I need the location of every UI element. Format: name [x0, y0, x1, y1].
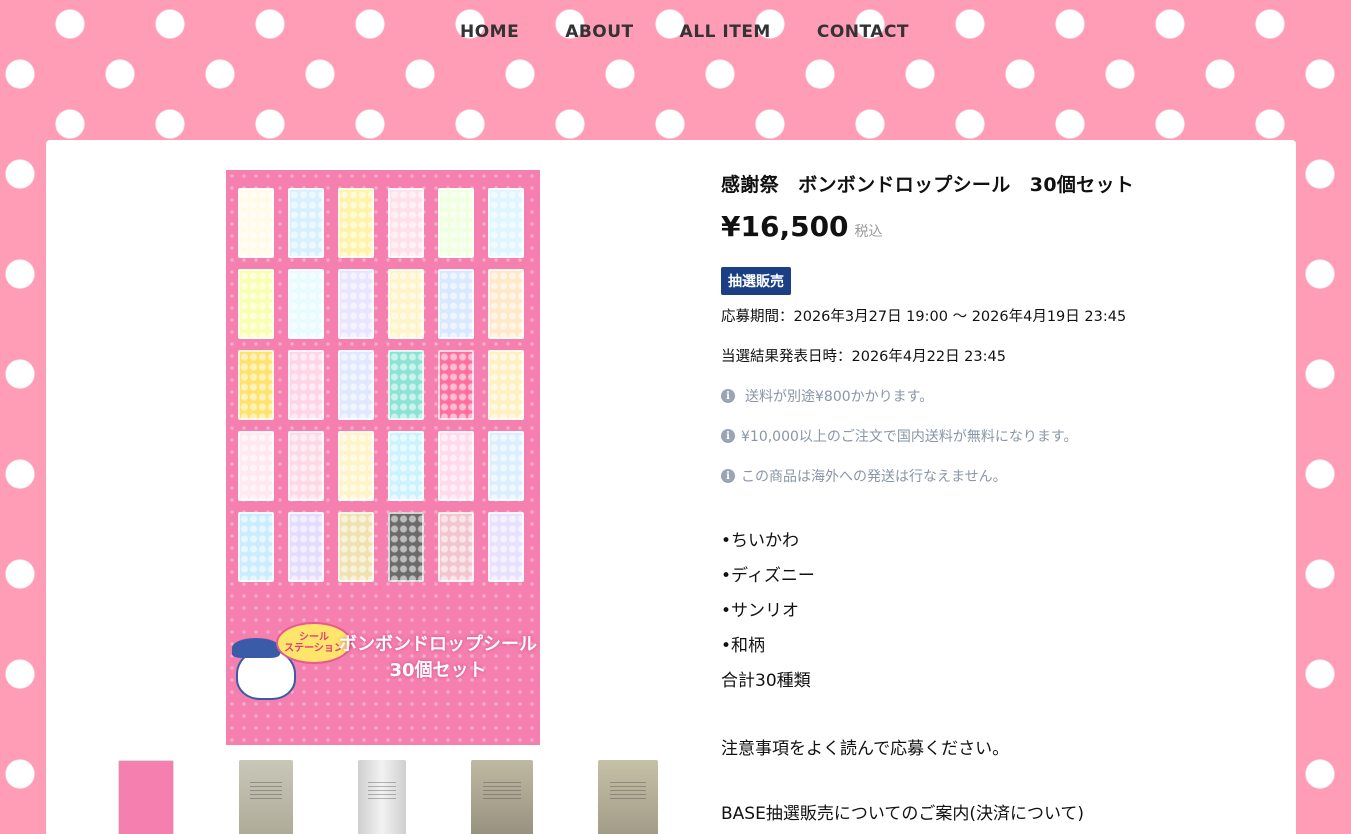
sticker-pack-5 [438, 188, 474, 258]
info-icon: i [721, 389, 735, 403]
sticker-pack-2 [288, 188, 324, 258]
thumbnail-4[interactable] [471, 760, 533, 834]
sticker-pack-27 [338, 512, 374, 582]
overseas-notice-text: この商品は海外への発送は行なえません。 [741, 469, 1007, 485]
info-icon: i [721, 469, 735, 483]
product-main-image[interactable]: シール ステーション ボンボンドロップシール 30個セット [226, 170, 540, 745]
free-shipping-notice-text: ¥10,000以上のご注文で国内送料が無料になります。 [741, 429, 1078, 445]
sticker-pack-14 [288, 350, 324, 420]
sticker-pack-7 [238, 269, 274, 339]
desc-line: 合計30種類 [721, 671, 811, 691]
thumbnail-print [249, 782, 283, 802]
sticker-pack-16 [388, 350, 424, 420]
main-nav: HOME ABOUT ALL ITEM CONTACT [0, 22, 1351, 42]
sticker-pack-24 [488, 431, 524, 501]
image-banner-text: ボンボンドロップシール 30個セット [338, 632, 538, 684]
free-shipping-notice: i ¥10,000以上のご注文で国内送料が無料になります。 [721, 426, 1261, 446]
sticker-pack-10 [388, 269, 424, 339]
sticker-pack-3 [338, 188, 374, 258]
product-price: ¥16,500 [721, 210, 849, 243]
overseas-notice: i この商品は海外への発送は行なえません。 [721, 466, 1261, 486]
nav-contact[interactable]: CONTACT [817, 22, 909, 42]
thumbnail-5[interactable] [598, 760, 658, 834]
mascot-hat [232, 638, 280, 658]
result-date: 当選結果発表日時：2026年4月22日 23:45 [721, 349, 1006, 365]
thumbnail-2[interactable] [239, 760, 293, 834]
product-description: •ちいかわ •ディズニー •サンリオ •和柄 合計30種類 [721, 524, 1261, 699]
desc-line: •和柄 [721, 636, 766, 656]
sticker-pack-12 [488, 269, 524, 339]
thumbnail-print [483, 782, 521, 802]
sticker-pack-1 [238, 188, 274, 258]
nav-all-item[interactable]: ALL ITEM [680, 22, 771, 42]
thumbnail-strip [118, 760, 658, 834]
sticker-pack-19 [238, 431, 274, 501]
sticker-pack-22 [388, 431, 424, 501]
sticker-pack-11 [438, 269, 474, 339]
tax-label: 税込 [854, 224, 883, 240]
thumbnail-print [367, 782, 397, 802]
shipping-notice: i 送料が別途¥800かかります。 [721, 386, 1261, 406]
sticker-pack-30 [488, 512, 524, 582]
banner-line-2: 30個セット [389, 660, 487, 681]
sticker-pack-18 [488, 350, 524, 420]
sticker-pack-29 [438, 512, 474, 582]
desc-line: •サンリオ [721, 601, 800, 621]
sticker-pack-grid [238, 188, 533, 582]
sticker-pack-23 [438, 431, 474, 501]
lottery-info-text: BASE抽選販売についてのご案内(決済について) [721, 804, 1085, 824]
product-title: 感謝祭 ボンボンドロップシール 30個セット [721, 174, 1135, 196]
thumbnail-3[interactable] [358, 760, 406, 834]
sticker-pack-21 [338, 431, 374, 501]
sticker-pack-8 [288, 269, 324, 339]
caution-text: 注意事項をよく読んで応募ください。 [721, 739, 1010, 759]
sticker-pack-25 [238, 512, 274, 582]
sticker-pack-4 [388, 188, 424, 258]
thumbnail-1[interactable] [118, 760, 174, 834]
sticker-pack-9 [338, 269, 374, 339]
desc-line: •ディズニー [721, 566, 815, 586]
thumbnail-print [610, 782, 646, 802]
desc-line: •ちいかわ [721, 531, 800, 551]
product-info: 感謝祭 ボンボンドロップシール 30個セット ¥16,500 税込 抽選販売 応… [721, 170, 1261, 824]
sticker-pack-15 [338, 350, 374, 420]
banner-line-1: ボンボンドロップシール [339, 634, 537, 655]
mascot-illustration: シール ステーション [232, 622, 352, 702]
shipping-notice-text: 送料が別途¥800かかります。 [745, 389, 934, 405]
info-icon: i [721, 429, 735, 443]
sticker-pack-6 [488, 188, 524, 258]
sticker-pack-28 [388, 512, 424, 582]
nav-home[interactable]: HOME [460, 22, 519, 42]
sticker-pack-26 [288, 512, 324, 582]
sticker-pack-17 [438, 350, 474, 420]
nav-about[interactable]: ABOUT [565, 22, 633, 42]
sticker-pack-20 [288, 431, 324, 501]
application-period: 応募期間：2026年3月27日 19:00 〜 2026年4月19日 23:45 [721, 309, 1127, 325]
sticker-pack-13 [238, 350, 274, 420]
price-row: ¥16,500 税込 [721, 210, 1261, 243]
lottery-badge: 抽選販売 [721, 267, 791, 295]
product-card: シール ステーション ボンボンドロップシール 30個セット 感謝祭 ボンボンドロ… [46, 140, 1296, 834]
